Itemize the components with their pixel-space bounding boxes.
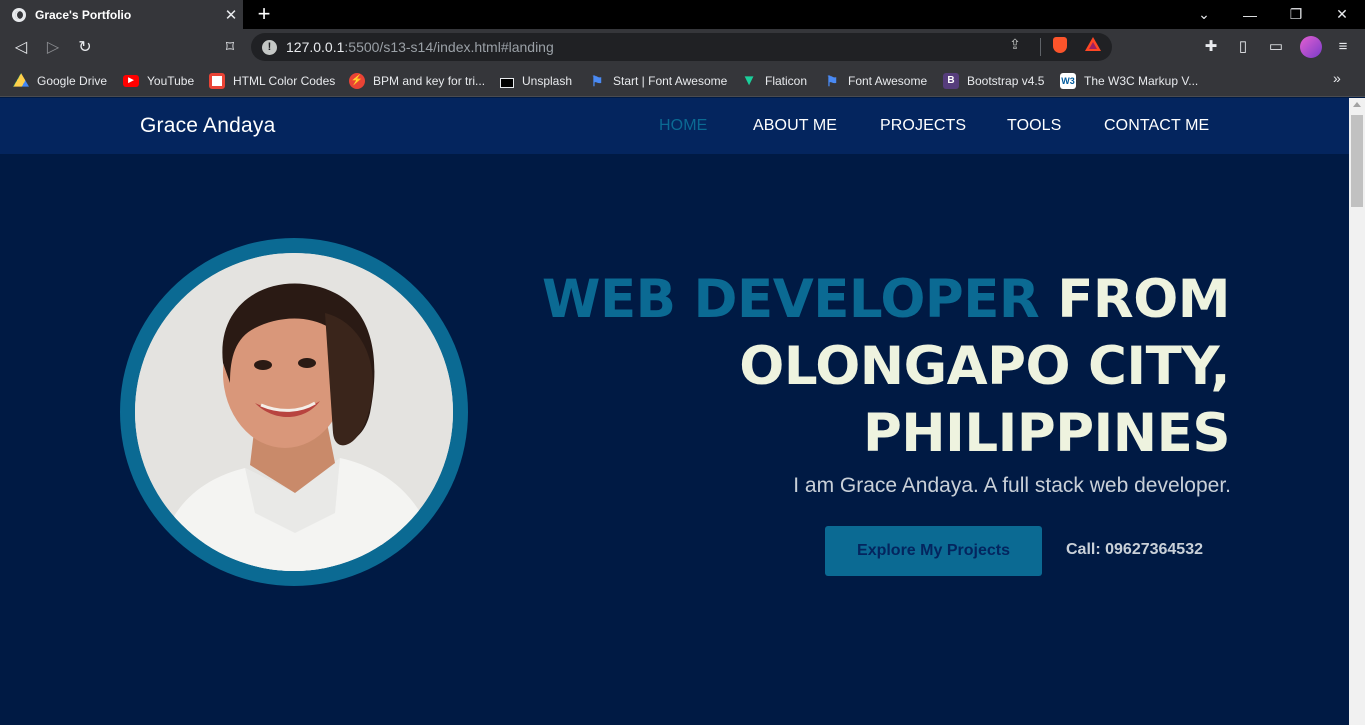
site-navbar: Grace Andaya HOME ABOUT ME PROJECTS TOOL… bbox=[0, 98, 1349, 154]
bookmark-bootstrap[interactable]: B Bootstrap v4.5 bbox=[943, 71, 1044, 91]
flag-icon: ⚑ bbox=[590, 73, 604, 89]
bookmark-label: The W3C Markup V... bbox=[1084, 74, 1199, 88]
html-color-codes-icon bbox=[209, 73, 225, 89]
bpm-icon: ⚡ bbox=[349, 73, 365, 89]
nav-projects[interactable]: PROJECTS bbox=[880, 117, 966, 135]
bookmark-google-drive[interactable]: Google Drive bbox=[13, 71, 107, 91]
bookmarks-bar: Google Drive ▶ YouTube HTML Color Codes … bbox=[0, 65, 1365, 97]
back-icon[interactable]: ◁ bbox=[9, 35, 33, 59]
wallet-icon[interactable]: ▭ bbox=[1265, 36, 1287, 58]
bookmark-label: Bootstrap v4.5 bbox=[967, 74, 1045, 88]
bookmarks-overflow-icon[interactable]: » bbox=[1333, 70, 1341, 86]
nav-home[interactable]: HOME bbox=[659, 117, 707, 135]
scroll-up-icon[interactable] bbox=[1353, 102, 1361, 107]
bookmark-label: Google Drive bbox=[37, 74, 108, 88]
tab-title: Grace's Portfolio bbox=[35, 7, 132, 22]
bootstrap-icon: B bbox=[943, 73, 959, 89]
profile-avatar[interactable] bbox=[1300, 36, 1322, 58]
sidebar-icon[interactable]: ▯ bbox=[1232, 36, 1254, 58]
restore-icon[interactable]: ❐ bbox=[1273, 0, 1319, 29]
bookmark-label: Unsplash bbox=[522, 74, 573, 88]
youtube-icon: ▶ bbox=[123, 75, 139, 87]
reload-icon[interactable]: ↻ bbox=[73, 35, 97, 59]
globe-icon bbox=[12, 7, 26, 22]
bookmark-label: Flaticon bbox=[765, 74, 808, 88]
brave-rewards-icon[interactable] bbox=[1085, 37, 1101, 51]
address-bar[interactable]: ! 127.0.0.1:5500/s13-s14/index.html#land… bbox=[251, 33, 1112, 61]
toolbar-divider bbox=[1040, 38, 1041, 56]
bookmark-font-awesome[interactable]: ⚑ Font Awesome bbox=[824, 71, 927, 91]
bookmark-html-color-codes[interactable]: HTML Color Codes bbox=[209, 71, 335, 91]
page-viewport: Grace Andaya HOME ABOUT ME PROJECTS TOOL… bbox=[0, 98, 1349, 725]
bookmark-start-font-awesome[interactable]: ⚑ Start | Font Awesome bbox=[589, 71, 728, 91]
brave-shields-icon[interactable] bbox=[1053, 37, 1067, 53]
bookmark-label: HTML Color Codes bbox=[233, 74, 336, 88]
share-icon[interactable]: ⇪ bbox=[1006, 35, 1024, 53]
browser-toolbar: ◁ ▷ ↻ ⌑ ! 127.0.0.1:5500/s13-s14/index.h… bbox=[0, 29, 1365, 65]
menu-icon[interactable]: ≡ bbox=[1332, 36, 1354, 58]
call-phone-text: Call: 09627364532 bbox=[1066, 541, 1203, 558]
site-brand[interactable]: Grace Andaya bbox=[140, 114, 276, 138]
tab-search-icon[interactable]: ⌄ bbox=[1181, 0, 1227, 29]
browser-tab[interactable]: Grace's Portfolio ✕ bbox=[0, 0, 243, 29]
site-info-icon[interactable]: ! bbox=[262, 39, 277, 55]
w3c-icon: W3 bbox=[1060, 73, 1076, 89]
explore-projects-button[interactable]: Explore My Projects bbox=[825, 526, 1042, 576]
bookmark-label: Start | Font Awesome bbox=[613, 74, 728, 88]
window-close-icon[interactable]: ✕ bbox=[1319, 0, 1365, 29]
new-tab-button[interactable]: + bbox=[252, 2, 276, 26]
unsplash-icon bbox=[500, 78, 514, 88]
profile-photo-frame bbox=[120, 238, 468, 586]
bookmark-label: BPM and key for tri... bbox=[373, 74, 486, 88]
bookmark-label: Font Awesome bbox=[848, 74, 928, 88]
bookmark-flaticon[interactable]: ▼ Flaticon bbox=[741, 71, 807, 91]
bookmark-label: YouTube bbox=[147, 74, 195, 88]
portrait-illustration bbox=[135, 253, 453, 571]
flaticon-icon: ▼ bbox=[741, 72, 757, 89]
hero-headline: WEB DEVELOPER FROM OLONGAPO CITY, PHILIP… bbox=[530, 266, 1230, 467]
url-host: 127.0.0.1 bbox=[286, 39, 345, 55]
hero-subtitle: I am Grace Andaya. A full stack web deve… bbox=[793, 474, 1231, 497]
url-path: :5500/s13-s14/index.html#landing bbox=[344, 39, 554, 55]
forward-icon[interactable]: ▷ bbox=[41, 35, 65, 59]
tab-close-icon[interactable]: ✕ bbox=[219, 6, 243, 24]
extensions-icon[interactable]: ✚ bbox=[1200, 36, 1222, 58]
nav-tools[interactable]: TOOLS bbox=[1007, 117, 1061, 135]
nav-contact-me[interactable]: CONTACT ME bbox=[1104, 117, 1209, 135]
scrollbar-thumb[interactable] bbox=[1351, 115, 1363, 207]
bookmark-icon[interactable]: ⌑ bbox=[218, 35, 242, 59]
minimize-icon[interactable]: — bbox=[1227, 0, 1273, 29]
bookmark-w3c[interactable]: W3 The W3C Markup V... bbox=[1060, 71, 1198, 91]
page-scrollbar[interactable] bbox=[1349, 98, 1365, 725]
profile-photo bbox=[135, 253, 453, 571]
bookmark-unsplash[interactable]: Unsplash bbox=[500, 71, 572, 91]
google-drive-icon bbox=[13, 73, 29, 87]
bookmark-youtube[interactable]: ▶ YouTube bbox=[123, 71, 194, 91]
tab-strip: Grace's Portfolio ✕ + ⌄ — ❐ ✕ bbox=[0, 0, 1365, 29]
bookmark-bpm[interactable]: ⚡ BPM and key for tri... bbox=[349, 71, 485, 91]
flag-icon: ⚑ bbox=[825, 73, 839, 89]
nav-about-me[interactable]: ABOUT ME bbox=[753, 117, 837, 135]
headline-accent: WEB DEVELOPER bbox=[542, 269, 1040, 330]
